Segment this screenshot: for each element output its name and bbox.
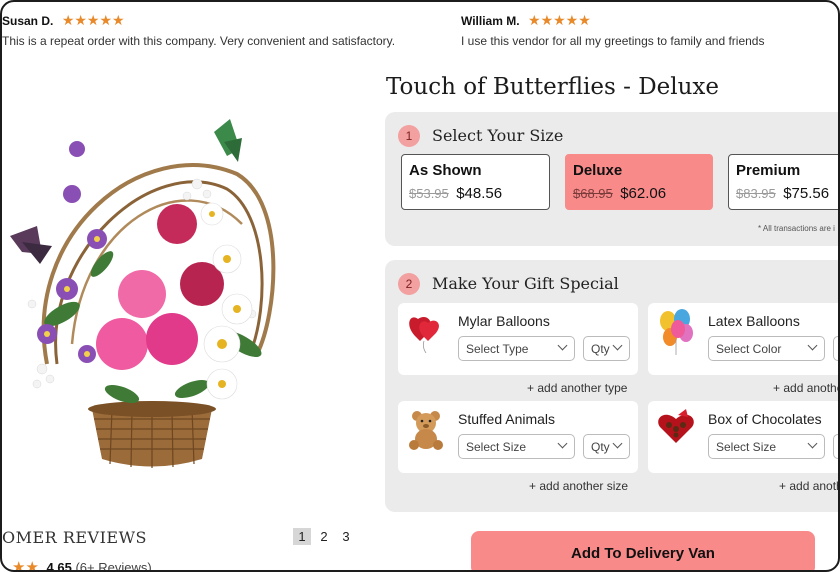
add-another-link[interactable]: + add another size	[529, 479, 628, 493]
add-to-delivery-van-button[interactable]: Add To Delivery Van	[471, 531, 815, 570]
sale-price: $62.06	[620, 185, 667, 202]
select-label: Qty	[591, 341, 610, 356]
addon-latex-balloons: Latex Balloons Select Color	[648, 303, 838, 375]
product-image[interactable]	[2, 114, 292, 474]
page-1[interactable]: 1	[293, 528, 311, 545]
chocolate-box-icon	[658, 409, 694, 443]
chevron-down-icon	[557, 438, 568, 449]
pagination: 1 2 3	[293, 528, 355, 545]
add-another-link[interactable]: + add another type	[527, 381, 627, 395]
size-option-deluxe[interactable]: Deluxe $68.95 $62.06	[565, 154, 713, 210]
star-rating: ★★★★★	[61, 12, 125, 28]
old-price: $83.95	[736, 186, 776, 201]
size-option-as-shown[interactable]: As Shown $53.95 $48.56	[401, 154, 550, 210]
chevron-down-icon	[807, 438, 818, 449]
addon-stuffed-animals: Stuffed Animals Select Size Qty	[398, 401, 638, 473]
addon-title: Latex Balloons	[708, 313, 800, 329]
add-another-link[interactable]: + add anoth	[779, 479, 838, 493]
qty-select[interactable]: Qty	[583, 336, 630, 361]
page-3[interactable]: 3	[337, 528, 355, 545]
chevron-down-icon	[557, 340, 568, 351]
chevron-down-icon	[807, 340, 818, 351]
rating-value: 4.65	[46, 560, 72, 572]
review-1: Susan D. ★★★★★	[2, 12, 125, 30]
select-label: Select Color	[716, 341, 782, 356]
chevron-down-icon	[612, 340, 623, 351]
size-name: Deluxe	[573, 162, 623, 179]
transactions-note: * All transactions are i	[758, 224, 835, 233]
star-rating: ★★	[12, 559, 39, 572]
product-title: Touch of Butterflies - Deluxe	[386, 74, 720, 100]
sale-price: $75.56	[783, 185, 830, 202]
star-rating: ★★★★★	[528, 12, 591, 28]
gift-panel: 2 Make Your Gift Special Mylar Balloons …	[385, 260, 838, 512]
select-label: Select Type	[466, 341, 529, 356]
mylar-balloon-icon	[409, 316, 439, 353]
flower-basket-image	[10, 119, 276, 468]
select-label: Select Size	[716, 439, 777, 454]
qty-select[interactable]	[833, 434, 838, 459]
size-panel: 1 Select Your Size As Shown $53.95 $48.5…	[385, 112, 838, 246]
qty-select[interactable]	[833, 336, 838, 361]
addon-title: Stuffed Animals	[458, 411, 556, 427]
old-price: $68.95	[573, 186, 613, 201]
latex-balloons-icon	[660, 309, 693, 355]
step-title: Make Your Gift Special	[432, 274, 619, 293]
old-price: $53.95	[409, 186, 449, 201]
addon-box-of-chocolates: Box of Chocolates Select Size	[648, 401, 838, 473]
size-select[interactable]: Select Size	[458, 434, 575, 459]
price-row: $68.95 $62.06	[573, 185, 666, 203]
review-2: William M. ★★★★★	[461, 12, 591, 30]
review-text: This is a repeat order with this company…	[2, 34, 396, 48]
select-label: Qty	[591, 439, 610, 454]
reviewer-name: William M.	[461, 14, 520, 28]
review-text: I use this vendor for all my greetings t…	[461, 34, 765, 48]
step-number: 1	[398, 125, 420, 147]
price-row: $83.95 $75.56	[736, 185, 829, 203]
chevron-down-icon	[612, 438, 623, 449]
price-row: $53.95 $48.56	[409, 185, 502, 203]
size-option-premium[interactable]: Premium $83.95 $75.56	[728, 154, 838, 210]
size-select[interactable]: Select Size	[708, 434, 825, 459]
customer-reviews-heading: OMER REVIEWS	[2, 528, 147, 547]
addon-title: Mylar Balloons	[458, 313, 550, 329]
teddy-bear-icon	[409, 411, 443, 450]
select-label: Select Size	[466, 439, 527, 454]
size-name: Premium	[736, 162, 801, 179]
qty-select[interactable]: Qty	[583, 434, 630, 459]
add-another-link[interactable]: + add anothe	[773, 381, 838, 395]
sale-price: $48.56	[456, 185, 503, 202]
step-title: Select Your Size	[432, 126, 564, 145]
type-select[interactable]: Select Type	[458, 336, 575, 361]
page-2[interactable]: 2	[315, 528, 333, 545]
addon-title: Box of Chocolates	[708, 411, 822, 427]
color-select[interactable]: Select Color	[708, 336, 825, 361]
rating-summary: ★★ 4.65 (6+ Reviews)	[12, 558, 152, 572]
step-number: 2	[398, 273, 420, 295]
reviewer-name: Susan D.	[2, 14, 54, 28]
addon-mylar-balloons: Mylar Balloons Select Type Qty	[398, 303, 638, 375]
review-count: (6+ Reviews)	[75, 560, 152, 572]
size-name: As Shown	[409, 162, 482, 179]
product-page: Susan D. ★★★★★ This is a repeat order wi…	[0, 0, 840, 572]
